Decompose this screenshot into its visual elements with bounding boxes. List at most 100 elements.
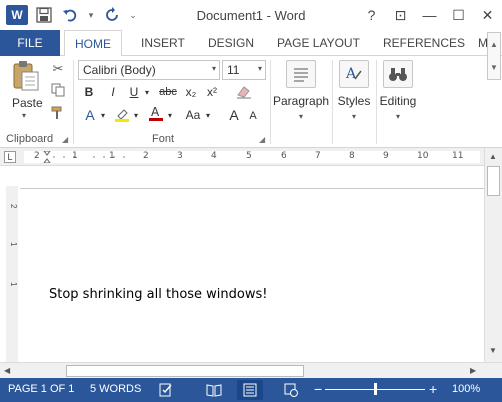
styles-label: Styles — [337, 94, 371, 108]
group-separator — [73, 60, 74, 144]
styles-icon: A — [339, 60, 369, 88]
vertical-ruler[interactable]: 2 1 1 — [6, 186, 18, 362]
underline-dropdown-icon[interactable]: ▾ — [142, 83, 152, 101]
document-area[interactable]: 2 1 1 Stop shrinking all those windows! — [0, 166, 484, 362]
word-count[interactable]: 5 WORDS — [90, 383, 141, 395]
subscript-button[interactable]: x₂ — [183, 83, 199, 101]
ribbon-home: Paste ▾ ✂ Clipboard ◢ Calibri (Body) ▾ 1… — [0, 32, 502, 148]
clipboard-launcher-icon[interactable]: ◢ — [62, 135, 68, 144]
ruler-number: 1 — [9, 282, 18, 287]
text-effects-button[interactable]: A — [82, 106, 98, 124]
zoom-in-button[interactable]: + — [429, 381, 437, 397]
page-count[interactable]: PAGE 1 OF 1 — [8, 383, 74, 395]
ruler-number: 1 — [72, 151, 78, 161]
font-name-select[interactable]: Calibri (Body) ▾ — [78, 60, 220, 80]
chevron-down-icon: ▾ — [351, 112, 356, 121]
scroll-up-icon[interactable]: ▲ — [490, 40, 498, 49]
close-button[interactable]: ✕ — [473, 0, 502, 30]
font-color-icon[interactable]: A — [147, 104, 165, 122]
font-name-value: Calibri (Body) — [83, 63, 156, 77]
document-body-text[interactable]: Stop shrinking all those windows! — [49, 287, 267, 302]
strikethrough-button[interactable]: abc — [157, 83, 179, 101]
grow-font-button[interactable]: A — [227, 106, 241, 124]
ruler-number: 1 — [9, 242, 18, 247]
paste-button[interactable]: Paste — [12, 96, 43, 110]
tab-insert[interactable]: INSERT — [141, 30, 185, 56]
scroll-up-icon[interactable]: ▲ — [489, 152, 497, 161]
highlight-dropdown-icon[interactable]: ▾ — [131, 106, 141, 124]
font-launcher-icon[interactable]: ◢ — [259, 135, 265, 144]
tab-home[interactable]: HOME — [64, 30, 122, 57]
minimize-button[interactable]: — — [415, 0, 444, 30]
chevron-down-icon: ▾ — [211, 64, 216, 73]
ruler-number: 3 — [177, 151, 183, 161]
zoom-out-button[interactable]: − — [314, 381, 322, 397]
window-controls: ? ⊡ — ☐ ✕ — [357, 0, 502, 30]
clipboard-group-label: Clipboard — [6, 133, 54, 145]
page-top-margin — [20, 188, 484, 189]
tab-page-layout[interactable]: PAGE LAYOUT — [277, 30, 360, 56]
ruler-ticks — [43, 151, 125, 163]
copy-icon[interactable] — [50, 83, 66, 99]
tab-selector[interactable]: L — [4, 151, 16, 163]
read-mode-icon[interactable] — [201, 380, 227, 400]
ruler-number: 2 — [143, 151, 149, 161]
vertical-scrollbar[interactable]: ▲ ▼ — [484, 148, 502, 362]
change-case-button[interactable]: Aa — [183, 106, 203, 124]
paragraph-group[interactable]: Paragraph ▾ — [273, 60, 329, 121]
group-separator — [376, 60, 377, 144]
cut-icon[interactable]: ✂ — [50, 61, 66, 77]
horizontal-ruler[interactable]: 2 1 1 2 3 4 5 6 7 8 9 10 11 — [24, 151, 480, 163]
scroll-left-icon[interactable]: ◀ — [4, 366, 10, 375]
tab-design[interactable]: DESIGN — [208, 30, 254, 56]
ruler-number: 8 — [349, 151, 355, 161]
ruler-number: 2 — [34, 151, 40, 161]
paste-dropdown-icon[interactable]: ▾ — [22, 111, 26, 120]
proofing-icon[interactable] — [153, 380, 179, 400]
group-separator — [332, 60, 333, 144]
ribbon-tabs: FILE HOME INSERT DESIGN PAGE LAYOUT REFE… — [0, 30, 502, 57]
web-layout-icon[interactable] — [278, 380, 304, 400]
horizontal-scrollbar[interactable]: ◀ ▶ — [0, 362, 502, 378]
maximize-button[interactable]: ☐ — [444, 0, 473, 30]
ruler-number: 9 — [383, 151, 389, 161]
ribbon-display-options-icon[interactable]: ⊡ — [386, 0, 415, 30]
editing-label: Editing — [379, 94, 417, 108]
zoom-slider[interactable] — [325, 383, 425, 395]
clear-formatting-icon[interactable] — [235, 83, 253, 101]
help-button[interactable]: ? — [357, 0, 386, 30]
ruler-number: 10 — [417, 151, 429, 161]
ruler-number: 1 — [109, 151, 115, 161]
scroll-down-icon[interactable]: ▼ — [490, 63, 498, 72]
editing-group[interactable]: Editing ▾ — [378, 60, 418, 121]
scroll-down-icon[interactable]: ▼ — [489, 346, 497, 355]
text-effects-dropdown-icon[interactable]: ▾ — [98, 106, 108, 124]
change-case-dropdown-icon[interactable]: ▾ — [203, 106, 213, 124]
zoom-level[interactable]: 100% — [452, 383, 480, 395]
styles-group[interactable]: A Styles ▾ — [335, 60, 373, 121]
shrink-font-button[interactable]: A — [246, 107, 260, 125]
font-size-select[interactable]: 11 ▾ — [222, 60, 266, 80]
ribbon-scroll-buttons[interactable]: ▲ ▼ — [487, 32, 501, 80]
format-painter-icon[interactable] — [50, 106, 66, 122]
italic-button[interactable]: I — [106, 83, 120, 101]
tab-references[interactable]: REFERENCES — [383, 30, 465, 56]
tab-file[interactable]: FILE — [0, 30, 60, 56]
ruler-number: 7 — [315, 151, 321, 161]
paragraph-icon — [286, 60, 316, 88]
svg-text:A: A — [345, 66, 357, 82]
status-bar: PAGE 1 OF 1 5 WORDS − + 100% — [0, 378, 502, 402]
paste-icon[interactable] — [12, 60, 40, 92]
zoom-slider-thumb[interactable] — [373, 383, 377, 395]
ruler-number: 2 — [9, 204, 18, 209]
highlight-icon[interactable] — [113, 106, 131, 124]
bold-button[interactable]: B — [82, 83, 96, 101]
horizontal-scroll-thumb[interactable] — [66, 365, 304, 377]
binoculars-icon — [383, 60, 413, 88]
vertical-scroll-thumb[interactable] — [487, 166, 500, 196]
superscript-button[interactable]: x² — [204, 83, 220, 101]
scroll-right-icon[interactable]: ▶ — [470, 366, 476, 375]
print-layout-icon[interactable] — [237, 380, 263, 400]
font-color-dropdown-icon[interactable]: ▾ — [165, 106, 175, 124]
underline-button[interactable]: U — [127, 83, 141, 101]
